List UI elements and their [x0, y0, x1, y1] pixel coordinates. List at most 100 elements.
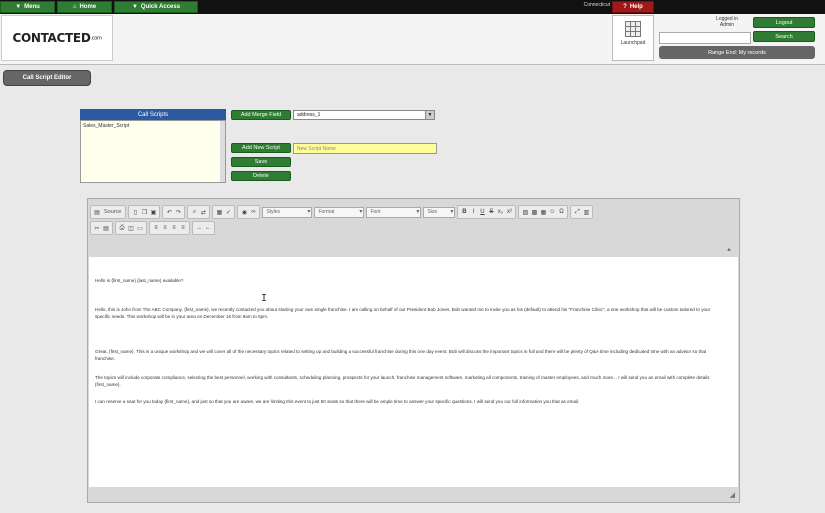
source-icon: ▤: [94, 209, 100, 216]
list-item[interactable]: Sales_Master_Script: [83, 123, 129, 129]
flash-icon[interactable]: ▩: [530, 208, 538, 216]
view-group: ⤢ ▥: [570, 205, 594, 219]
help-button[interactable]: ? Help: [612, 1, 654, 13]
merge-field-value: address_1: [297, 112, 321, 118]
records-selector[interactable]: Range End: My records: [659, 46, 815, 59]
globe-icon[interactable]: ◉: [240, 208, 248, 216]
preview-icon[interactable]: ◫: [127, 224, 135, 232]
align-left-icon[interactable]: ≡: [152, 224, 160, 232]
spellcheck-icon[interactable]: ✓: [224, 208, 232, 216]
clipboard-group: ▯ ❐ ▣: [128, 205, 161, 219]
italic-icon[interactable]: I: [469, 208, 477, 216]
toolbar-row-2: ✂ ▤ ⎙ ◫ ▭ ≡ ≡ ≡ ≡ → ←: [90, 221, 215, 235]
search-button[interactable]: Search: [753, 31, 815, 42]
search-input[interactable]: [659, 32, 751, 44]
paste-icon[interactable]: ▣: [149, 208, 157, 216]
home-label: Home: [79, 4, 97, 10]
quick-access-label: Quick Access: [140, 4, 181, 10]
underline-icon[interactable]: U: [478, 208, 486, 216]
redo-icon[interactable]: ↷: [174, 208, 182, 216]
toolbar-row-1: ▤ Source ▯ ❐ ▣ ↶ ↷ ⌕ ⇄ ▦ ✓ ◉ ∞ Styles ▾ …: [90, 205, 594, 219]
rtl-icon[interactable]: ←: [204, 224, 212, 232]
align-center-icon[interactable]: ≡: [161, 224, 169, 232]
logo-container[interactable]: CONTACTED.com: [1, 15, 113, 61]
menu-label: Menu: [24, 4, 40, 10]
editor-content-area[interactable]: Hello is {first_name} {last_name} availa…: [89, 257, 738, 487]
editor-toolbar: ▤ Source ▯ ❐ ▣ ↶ ↷ ⌕ ⇄ ▦ ✓ ◉ ∞ Styles ▾ …: [90, 203, 737, 253]
home-button[interactable]: ⌂ Home: [57, 1, 112, 13]
add-new-script-button[interactable]: Add New Script: [231, 143, 291, 153]
source-button[interactable]: Source: [102, 209, 123, 215]
script-name-input[interactable]: New Script Name: [293, 143, 437, 154]
link-icon[interactable]: ∞: [249, 208, 257, 216]
special-char-icon[interactable]: Ω: [557, 208, 565, 216]
call-scripts-list[interactable]: Sales_Master_Script: [80, 120, 226, 183]
user-panel: Logged in Admin Logout Search Range End:…: [657, 15, 819, 61]
direction-group: → ←: [192, 221, 215, 235]
paste-text-icon[interactable]: ▤: [102, 224, 110, 232]
undo-group: ↶ ↷: [162, 205, 186, 219]
image-group: ▨ ▩ ▦ ☺ Ω: [518, 205, 569, 219]
align-right-icon[interactable]: ≡: [170, 224, 178, 232]
replace-icon[interactable]: ⇄: [199, 208, 207, 216]
quick-access-button[interactable]: ▼ Quick Access: [114, 1, 198, 13]
add-merge-field-button[interactable]: Add Merge Field: [231, 110, 291, 120]
logo: CONTACTED.com: [12, 31, 101, 45]
dropdown-arrow-icon: ▼: [131, 4, 138, 10]
table-icon[interactable]: ▦: [539, 208, 547, 216]
list-scrollbar[interactable]: [220, 121, 225, 182]
find-icon[interactable]: ⌕: [190, 208, 198, 216]
document-icon[interactable]: ▯: [131, 208, 139, 216]
align-justify-icon[interactable]: ≡: [179, 224, 187, 232]
select-all-icon[interactable]: ▦: [215, 208, 223, 216]
font-dropdown[interactable]: Font: [366, 206, 422, 218]
script-paragraph: The topics will include corporate compli…: [95, 375, 710, 387]
insert-group: ◉ ∞: [237, 205, 261, 219]
superscript-icon[interactable]: x²: [505, 208, 513, 216]
show-blocks-icon[interactable]: ▥: [582, 208, 590, 216]
logo-domain: .com: [90, 35, 102, 42]
script-paragraph: Hello is {first_name} {last_name} availa…: [95, 278, 184, 283]
smiley-icon[interactable]: ☺: [548, 208, 556, 216]
logout-button[interactable]: Logout: [753, 17, 815, 28]
image-icon[interactable]: ▨: [521, 208, 529, 216]
copy-icon[interactable]: ❐: [140, 208, 148, 216]
grid-icon: [625, 21, 641, 37]
script-paragraph: Hello, this is John from The ABC Company…: [95, 307, 711, 319]
help-icon: ?: [623, 4, 627, 10]
call-scripts-header: Call Scripts: [80, 109, 226, 120]
template-icon[interactable]: ▭: [136, 224, 144, 232]
dropdown-arrow-icon: ▼: [15, 4, 22, 10]
resize-grip-icon[interactable]: ◢: [730, 491, 735, 499]
print-group: ⎙ ◫ ▭: [115, 221, 147, 235]
home-icon: ⌂: [72, 4, 77, 10]
chevron-down-icon[interactable]: ▼: [425, 111, 434, 119]
collapse-toolbar-icon[interactable]: ▲: [726, 247, 732, 253]
strikethrough-icon[interactable]: S: [487, 208, 495, 216]
align-group: ≡ ≡ ≡ ≡: [149, 221, 190, 235]
select-group: ▦ ✓: [212, 205, 236, 219]
help-label: Help: [629, 4, 643, 10]
launchpad-label: Launchpad: [620, 40, 646, 46]
styles-dropdown[interactable]: Styles: [262, 206, 313, 218]
print-icon[interactable]: ⎙: [118, 224, 126, 232]
bold-icon[interactable]: B: [460, 208, 468, 216]
cut-group: ✂ ▤: [90, 221, 113, 235]
save-button[interactable]: Save: [231, 157, 291, 167]
text-cursor-icon: I: [261, 293, 268, 304]
maximize-icon[interactable]: ⤢: [573, 208, 581, 216]
format-dropdown[interactable]: Format: [314, 206, 365, 218]
menu-button[interactable]: ▼ Menu: [0, 1, 55, 13]
ltr-icon[interactable]: →: [195, 224, 203, 232]
size-dropdown[interactable]: Size: [423, 206, 456, 218]
call-script-editor-button[interactable]: Call Script Editor: [3, 70, 91, 86]
undo-icon[interactable]: ↶: [165, 208, 173, 216]
delete-button[interactable]: Delete: [231, 171, 291, 181]
subscript-icon[interactable]: x₂: [496, 208, 504, 216]
launchpad-button[interactable]: Launchpad: [612, 15, 654, 61]
text-style-group: B I U S x₂ x²: [457, 205, 517, 219]
find-group: ⌕ ⇄: [187, 205, 211, 219]
merge-field-select[interactable]: address_1 ▼: [293, 110, 435, 120]
logo-text: CONTACTED: [12, 31, 91, 45]
cut-icon[interactable]: ✂: [93, 224, 101, 232]
